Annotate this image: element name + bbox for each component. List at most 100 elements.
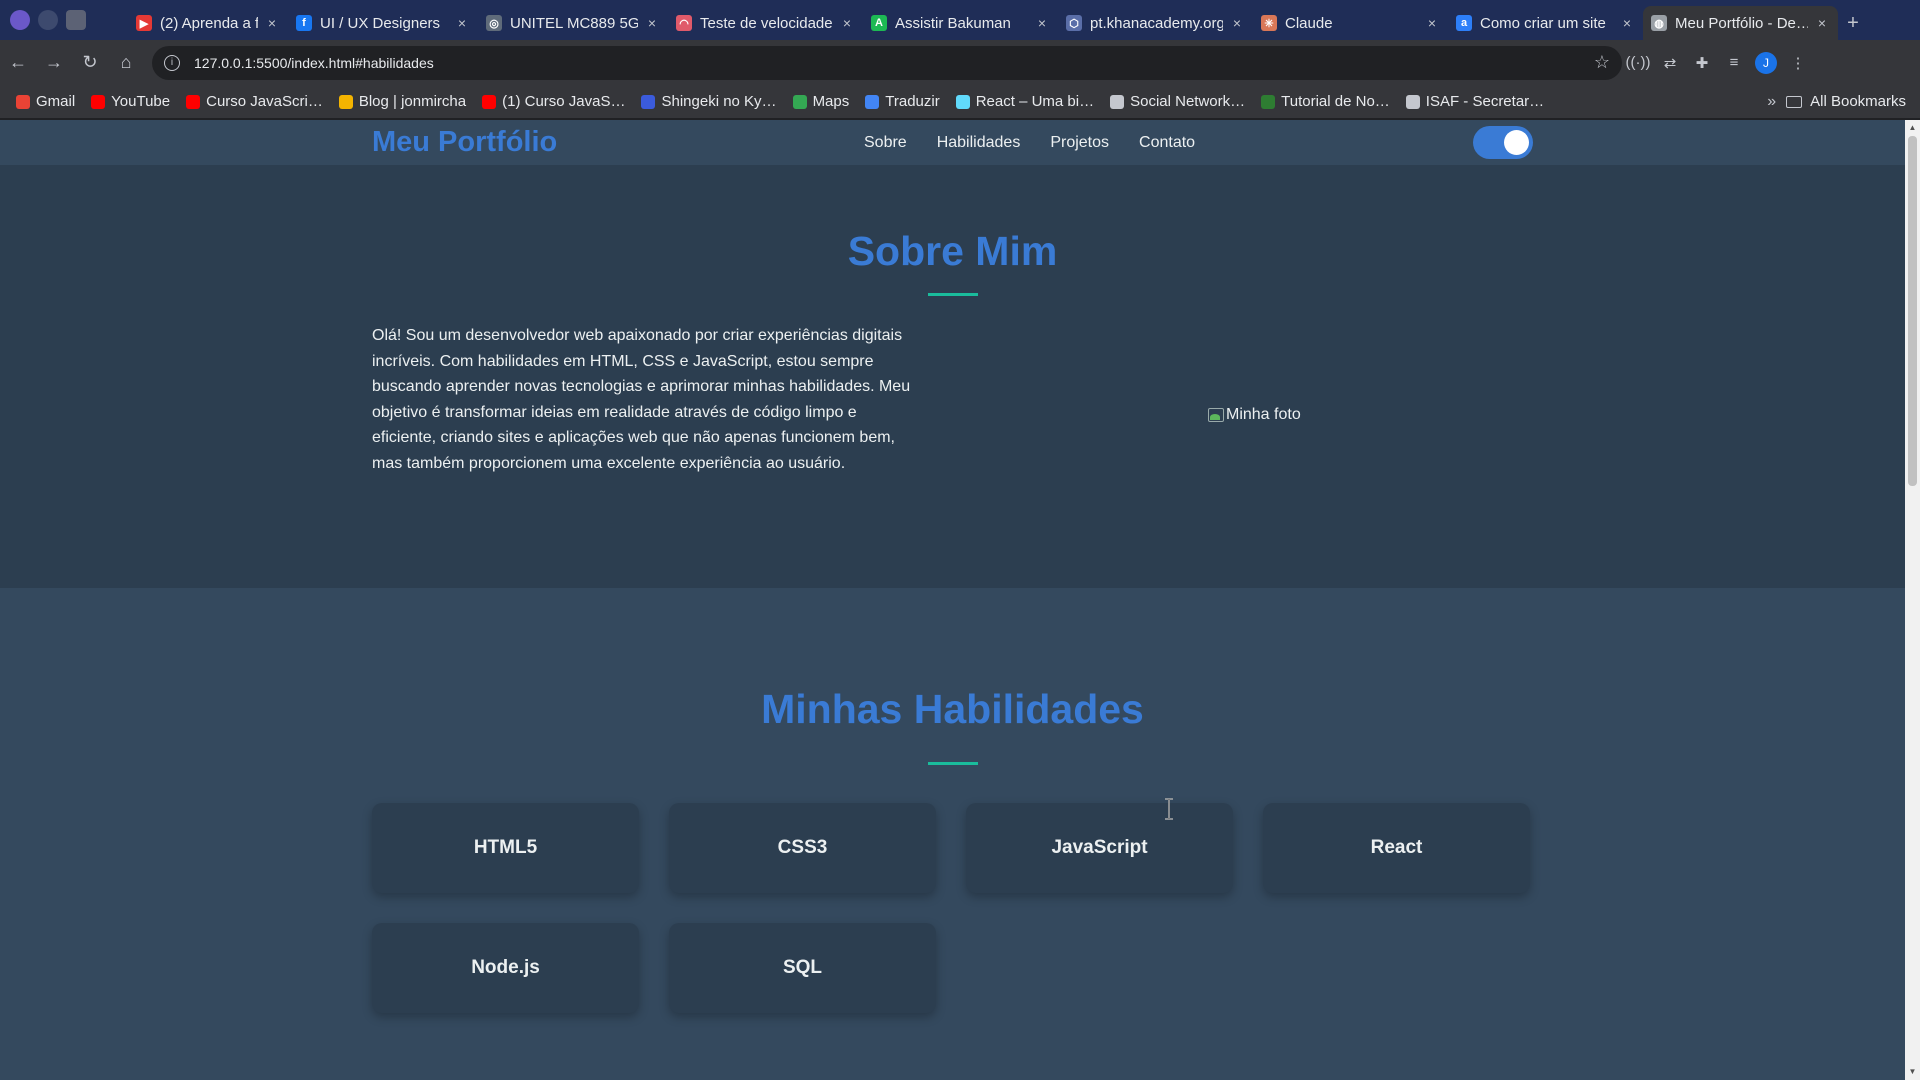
skill-card-sql[interactable]: SQL	[669, 923, 936, 1013]
tab-close-icon[interactable]: ×	[1034, 15, 1050, 31]
tab-close-icon[interactable]: ×	[839, 15, 855, 31]
browser-tab[interactable]: ⬡ pt.khanacademy.org ×	[1058, 6, 1253, 40]
tab-list: ▶ (2) Aprenda a f… × f UI / UX Designers × ◎ UN…	[128, 0, 1838, 40]
browser-tab[interactable]: ◍ Meu Portfólio - De… ×	[1643, 6, 1838, 40]
scroll-down-arrow-icon[interactable]: ▼	[1905, 1065, 1920, 1079]
tab-close-icon[interactable]: ×	[1424, 15, 1440, 31]
avatar: J	[1755, 51, 1777, 74]
page-viewport: Meu Portfólio Sobre Habilidades Projetos…	[0, 120, 1905, 1080]
page-scrollbar[interactable]: ▲ ▼	[1905, 120, 1920, 1080]
toggle-knob	[1504, 130, 1529, 155]
tab-title: UI / UX Designers	[320, 14, 441, 32]
bookmark-star-icon[interactable]: ☆	[1594, 52, 1610, 73]
bookmark-favicon-icon	[1261, 94, 1276, 109]
extension-icon[interactable]: ((·))	[1622, 47, 1654, 79]
forward-button[interactable]: →	[36, 45, 72, 81]
bookmarks-overflow-button[interactable]: »	[1757, 93, 1786, 111]
tab-favicon-icon: f	[296, 15, 312, 31]
tab-close-icon[interactable]: ×	[1619, 15, 1635, 31]
skill-card-nodejs[interactable]: Node.js	[372, 923, 639, 1013]
bookmark-label: Shingeki no Ky…	[661, 93, 777, 110]
skills-section: Minhas Habilidades HTML5 CSS3 JavaScript…	[0, 588, 1905, 1080]
browser-tab[interactable]: ◠ Teste de velocidade ×	[668, 6, 863, 40]
reading-list-icon[interactable]: ≡	[1718, 47, 1750, 79]
tab-favicon-icon: ▶	[136, 15, 152, 31]
nav-link-habilidades[interactable]: Habilidades	[937, 134, 1021, 152]
bookmark-label: Traduzir	[885, 93, 940, 110]
site-logo[interactable]: Meu Portfólio	[372, 126, 557, 159]
bookmark-item[interactable]: Maps	[785, 88, 858, 116]
about-section: Sobre Mim Olá! Sou um desenvolvedor web …	[0, 165, 1905, 588]
tab-strip: ▶ (2) Aprenda a f… × f UI / UX Designers × ◎ UN…	[0, 0, 1920, 40]
tab-title: Claude	[1285, 14, 1333, 32]
bookmark-item[interactable]: Traduzir	[857, 88, 947, 116]
tab-title: Meu Portfólio - De…	[1675, 14, 1808, 32]
nav-link-projetos[interactable]: Projetos	[1050, 134, 1109, 152]
all-bookmarks-button[interactable]: All Bookmarks	[1786, 93, 1920, 110]
tab-group-icon[interactable]	[38, 10, 58, 30]
bookmark-item[interactable]: ISAF - Secretar…	[1398, 88, 1552, 116]
browser-menu-button[interactable]: ⋮	[1782, 47, 1814, 79]
bookmark-label: React – Uma bi…	[975, 93, 1095, 110]
bookmark-item[interactable]: Shingeki no Ky…	[633, 88, 784, 116]
scrollbar-thumb[interactable]	[1908, 136, 1917, 486]
site-header: Meu Portfólio Sobre Habilidades Projetos…	[0, 120, 1905, 165]
tab-close-icon[interactable]: ×	[454, 15, 470, 31]
back-button[interactable]: ←	[0, 45, 36, 81]
reload-button[interactable]: ↻	[72, 45, 108, 81]
url-text[interactable]: 127.0.0.1:5500/index.html#habilidades	[194, 55, 1594, 71]
bookmark-label: Maps	[812, 93, 850, 110]
bookmark-label: YouTube	[111, 93, 171, 110]
profile-button[interactable]: J	[1750, 47, 1782, 79]
bookmark-list: Gmail YouTube Curso JavaScri… Blog | jonmir…	[8, 88, 1552, 116]
browser-tab[interactable]: f UI / UX Designers ×	[288, 6, 478, 40]
home-button[interactable]: ⌂	[108, 45, 144, 81]
nav-link-sobre[interactable]: Sobre	[864, 134, 907, 152]
browser-menu-icon[interactable]	[10, 10, 30, 30]
skill-card-css3[interactable]: CSS3	[669, 803, 936, 893]
browser-tab[interactable]: ◎ UNITEL MC889 5G ×	[478, 6, 668, 40]
bookmark-item[interactable]: Gmail	[8, 88, 83, 116]
tab-search-icon[interactable]	[66, 10, 86, 30]
bookmark-item[interactable]: YouTube	[83, 88, 178, 116]
browser-tab[interactable]: A Assistir Bakuman ×	[863, 6, 1058, 40]
bookmark-favicon-icon	[16, 94, 30, 109]
bookmark-favicon-icon	[955, 94, 970, 109]
site-nav: Sobre Habilidades Projetos Contato	[864, 120, 1195, 165]
bookmark-item[interactable]: Social Network…	[1102, 88, 1253, 116]
about-text: Olá! Sou um desenvolvedor web apaixonado…	[372, 327, 911, 472]
address-bar[interactable]: i 127.0.0.1:5500/index.html#habilidades …	[152, 45, 1622, 80]
extensions-puzzle-icon[interactable]: ✚	[1686, 47, 1718, 79]
bookmark-item[interactable]: React – Uma bi…	[948, 88, 1102, 116]
theme-toggle[interactable]	[1473, 126, 1533, 159]
browser-tab[interactable]: ✳ Claude ×	[1253, 6, 1448, 40]
browser-tab[interactable]: ▶ (2) Aprenda a f… ×	[128, 6, 288, 40]
bookmark-favicon-icon	[482, 94, 497, 109]
tab-title: UNITEL MC889 5G	[510, 14, 638, 32]
tab-close-icon[interactable]: ×	[1229, 15, 1245, 31]
bookmark-item[interactable]: Blog | jonmircha	[331, 88, 474, 116]
skill-card-javascript[interactable]: JavaScript	[966, 803, 1233, 893]
browser-tab[interactable]: a Como criar um site ×	[1448, 6, 1643, 40]
skills-grid: HTML5 CSS3 JavaScript React Node.js SQL	[372, 803, 1532, 1013]
bookmark-item[interactable]: (1) Curso JavaS…	[474, 88, 633, 116]
tab-close-icon[interactable]: ×	[264, 15, 280, 31]
tab-title: pt.khanacademy.org	[1090, 14, 1223, 32]
nav-link-contato[interactable]: Contato	[1139, 134, 1195, 152]
bookmark-item[interactable]: Curso JavaScri…	[178, 88, 331, 116]
bookmark-favicon-icon	[338, 94, 353, 109]
site-info-icon[interactable]: i	[164, 54, 180, 71]
skill-card-react[interactable]: React	[1263, 803, 1530, 893]
translate-extension-icon[interactable]: ⇄	[1654, 47, 1686, 79]
skill-card-html5[interactable]: HTML5	[372, 803, 639, 893]
tab-close-icon[interactable]: ×	[644, 15, 660, 31]
tab-favicon-icon: ◎	[486, 15, 502, 31]
tab-favicon-icon: ◠	[676, 15, 692, 31]
tab-close-icon[interactable]: ×	[1814, 15, 1830, 31]
tab-title: Assistir Bakuman	[895, 14, 1011, 32]
tab-title: (2) Aprenda a f…	[160, 14, 258, 32]
scroll-up-arrow-icon[interactable]: ▲	[1905, 121, 1920, 135]
new-tab-button[interactable]: +	[1838, 6, 1868, 40]
bookmark-item[interactable]: Tutorial de No…	[1253, 88, 1398, 116]
tab-title: Como criar um site	[1480, 14, 1606, 32]
